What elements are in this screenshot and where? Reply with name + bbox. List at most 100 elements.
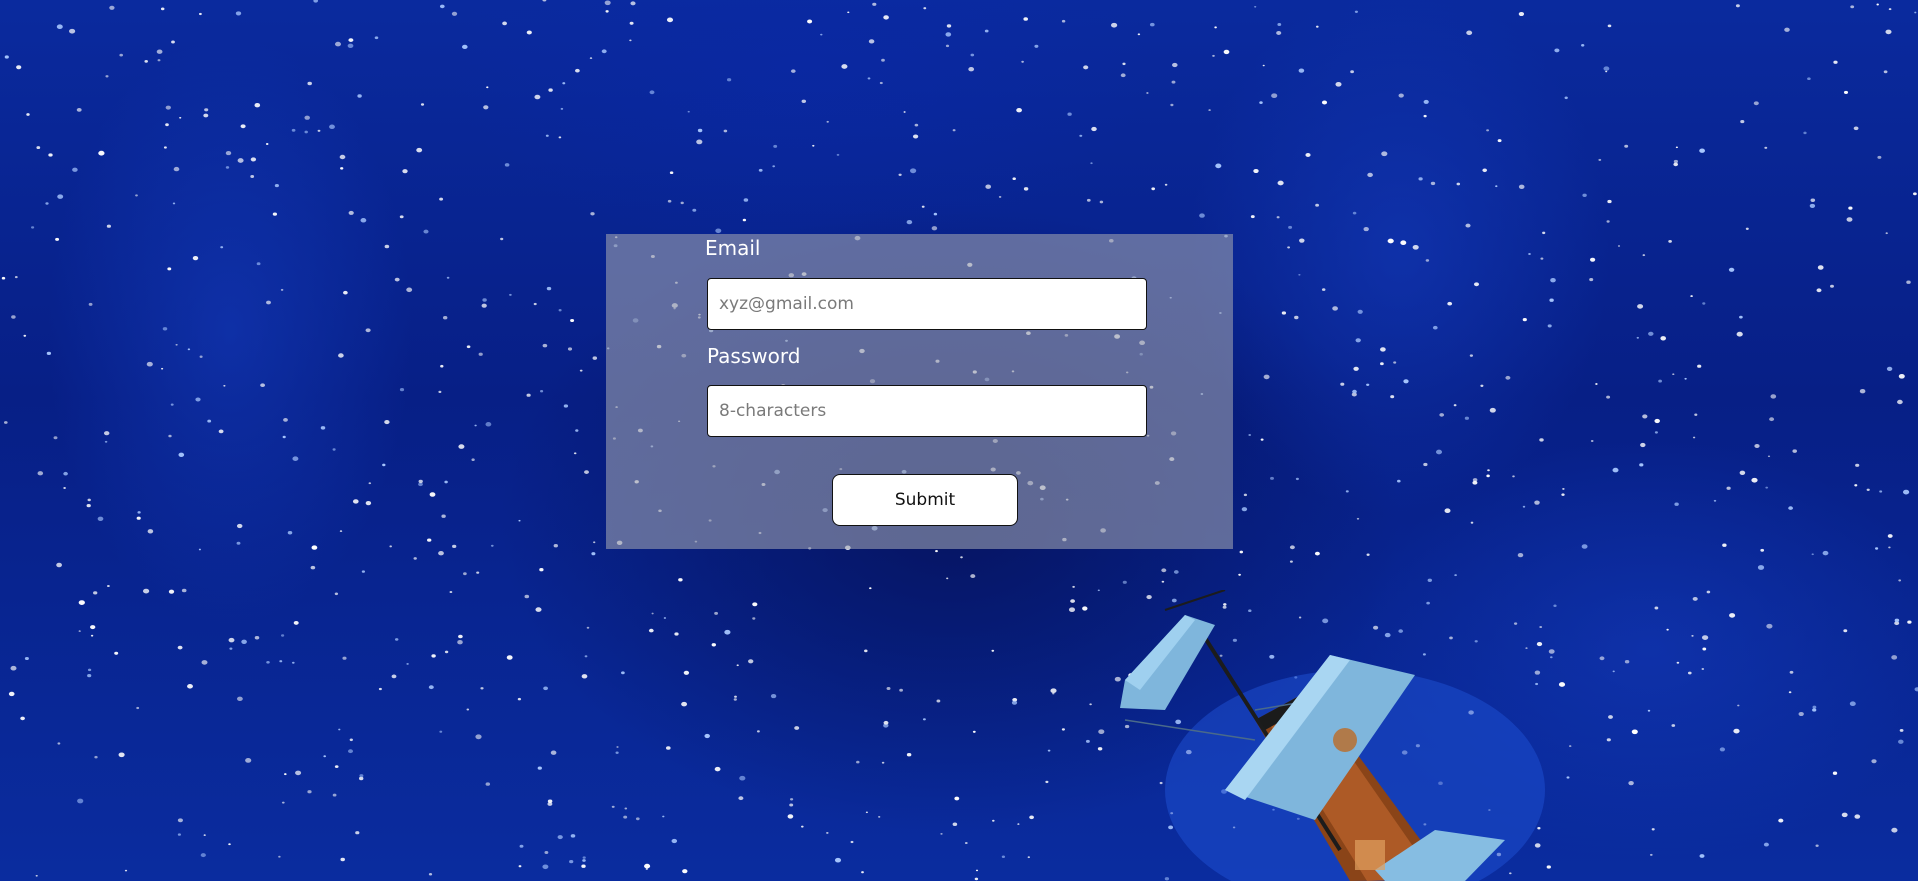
star <box>384 420 390 425</box>
star <box>280 288 284 291</box>
star <box>616 746 619 748</box>
star <box>1822 550 1829 556</box>
star <box>912 134 919 139</box>
star <box>1366 383 1370 387</box>
star <box>1649 853 1653 856</box>
star <box>218 429 224 434</box>
star <box>485 422 492 427</box>
star <box>118 752 125 758</box>
star <box>266 660 270 664</box>
star <box>1363 227 1369 232</box>
star <box>906 752 912 757</box>
star <box>1238 573 1241 576</box>
star <box>807 19 813 24</box>
star <box>192 256 199 261</box>
star <box>1850 5 1855 9</box>
star <box>533 302 537 306</box>
star <box>1380 347 1386 352</box>
star <box>365 328 371 333</box>
star <box>1353 366 1359 371</box>
star <box>439 730 443 733</box>
star <box>544 851 549 854</box>
star <box>1590 257 1596 262</box>
star <box>621 671 625 675</box>
star <box>1690 295 1693 298</box>
star <box>97 516 104 521</box>
star <box>1345 490 1349 493</box>
star <box>1260 438 1264 441</box>
star <box>1243 493 1248 497</box>
star <box>1352 211 1357 215</box>
star <box>1598 158 1602 161</box>
star <box>1052 692 1055 695</box>
star <box>1675 146 1678 149</box>
star <box>278 855 281 858</box>
star <box>954 796 960 801</box>
star <box>1161 568 1167 573</box>
star <box>909 168 917 174</box>
star <box>683 670 690 675</box>
star <box>485 782 491 786</box>
star <box>518 865 522 868</box>
star <box>163 146 167 149</box>
star <box>1607 199 1612 204</box>
star <box>24 656 29 661</box>
star <box>630 1 636 6</box>
submit-button[interactable]: Submit <box>832 474 1018 526</box>
star <box>427 538 432 542</box>
star <box>1739 315 1743 319</box>
star <box>1070 599 1075 603</box>
star <box>558 309 562 312</box>
star <box>1897 399 1903 405</box>
star <box>581 864 586 868</box>
star <box>389 545 392 548</box>
star <box>93 591 98 595</box>
star <box>332 793 337 797</box>
star <box>135 194 138 197</box>
star <box>86 503 91 508</box>
star <box>348 749 353 754</box>
star <box>478 352 483 356</box>
star <box>1642 254 1646 257</box>
star <box>1288 225 1293 229</box>
star <box>1642 414 1648 419</box>
star <box>789 803 794 807</box>
star <box>563 404 569 408</box>
star <box>1091 126 1097 132</box>
star <box>441 514 446 518</box>
star <box>463 572 467 576</box>
star <box>1161 580 1165 583</box>
star <box>250 157 257 162</box>
star <box>1447 301 1453 306</box>
star <box>181 588 187 593</box>
star <box>143 588 150 594</box>
star <box>203 834 206 836</box>
star <box>104 440 108 443</box>
star <box>332 448 336 451</box>
star <box>772 165 776 168</box>
star <box>922 718 926 721</box>
star <box>1335 81 1342 87</box>
star <box>562 82 566 85</box>
star <box>87 668 92 672</box>
star <box>1082 606 1088 611</box>
star <box>439 4 445 9</box>
star <box>662 815 665 818</box>
star <box>820 33 823 36</box>
star <box>105 75 109 78</box>
sail-ship-illustration <box>1120 590 1545 881</box>
star <box>542 0 547 2</box>
star <box>648 628 654 633</box>
star <box>604 0 611 6</box>
email-input[interactable] <box>707 278 1147 330</box>
star <box>1843 90 1849 94</box>
star <box>500 237 504 241</box>
star <box>1606 395 1611 399</box>
star <box>1137 33 1141 36</box>
star <box>338 353 344 358</box>
star <box>1248 433 1252 437</box>
star <box>88 302 93 306</box>
star <box>649 90 655 95</box>
password-input[interactable] <box>707 385 1147 437</box>
star <box>420 103 425 106</box>
